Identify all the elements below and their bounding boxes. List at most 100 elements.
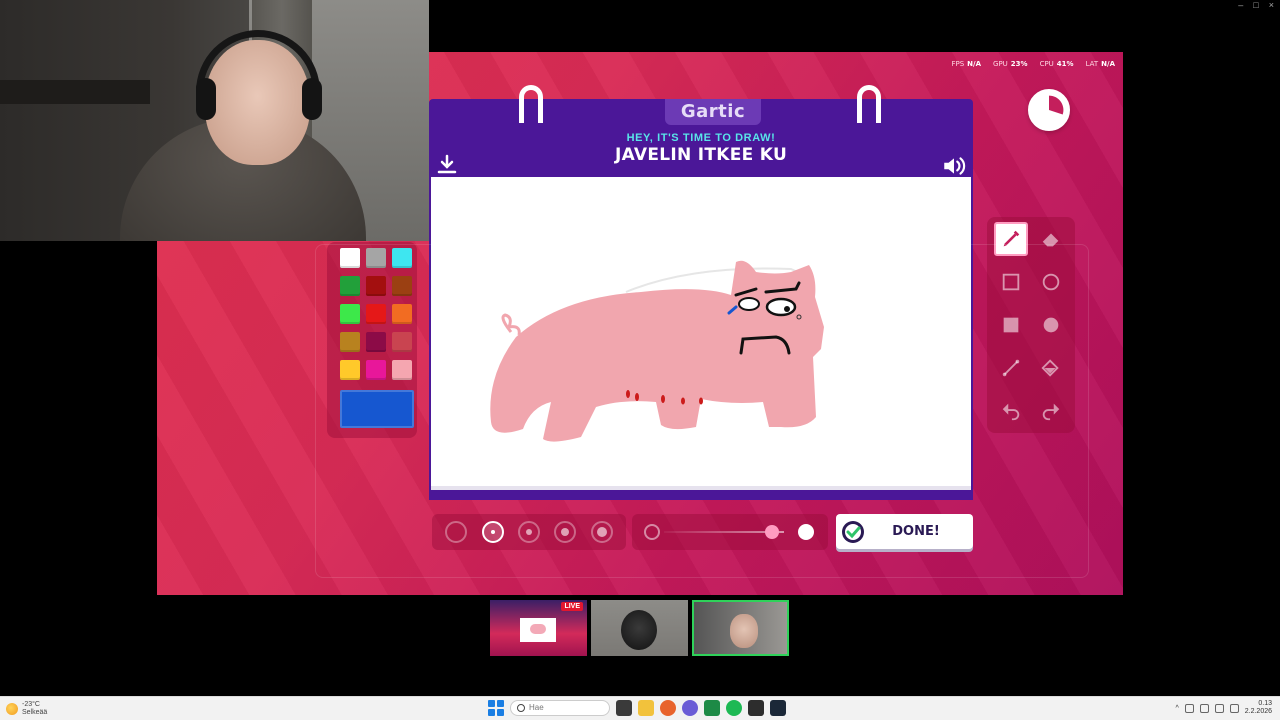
live-badge: LIVE [561, 602, 583, 611]
weather-icon [6, 703, 18, 715]
participant-stream-preview[interactable]: LIVE [490, 600, 587, 656]
draw-prompt: JAVELIN ITKEE KU [614, 145, 788, 165]
avatar [621, 610, 657, 650]
color-swatch[interactable] [366, 276, 386, 296]
rect-outline-icon[interactable] [994, 265, 1028, 299]
clock-date: 2.2.2026 [1244, 708, 1272, 715]
color-swatch[interactable] [392, 332, 412, 352]
color-swatch[interactable] [392, 304, 412, 324]
done-button[interactable]: DONE! [836, 514, 973, 549]
drawing-canvas[interactable] [431, 177, 971, 490]
eraser-icon[interactable] [1034, 222, 1068, 256]
line-icon[interactable] [994, 351, 1028, 385]
brush-size-option[interactable] [481, 521, 504, 543]
stat-cpu: CPU 41% [1039, 60, 1074, 68]
pencil-icon[interactable] [994, 222, 1028, 256]
chevron-up-icon[interactable]: ^ [1175, 705, 1178, 712]
high-opacity-icon [798, 524, 814, 540]
current-color[interactable] [340, 390, 414, 428]
minimize-button[interactable]: – [1238, 0, 1243, 12]
screen: – □ × FPS N/A GPU 23% CPU 41% LAT N/A Gartic… [0, 0, 1280, 720]
color-swatch[interactable] [366, 360, 386, 380]
undo-icon[interactable] [994, 394, 1028, 428]
opacity-track[interactable] [664, 531, 784, 533]
binder-ring [519, 85, 543, 123]
volume-icon[interactable] [1229, 703, 1239, 713]
opacity-slider[interactable] [632, 514, 828, 550]
gartic-logo: Gartic [665, 99, 761, 125]
clock[interactable]: 0.13 2.2.2026 [1245, 700, 1272, 716]
circle-filled-icon[interactable] [1034, 308, 1068, 342]
discord-icon[interactable] [682, 700, 698, 716]
taskbar-apps: Hae [488, 700, 786, 716]
color-swatch[interactable] [366, 332, 386, 352]
webcam-shelf [0, 80, 150, 104]
low-opacity-icon [644, 524, 660, 540]
timer-icon [1028, 89, 1070, 131]
app-icon[interactable] [704, 700, 720, 716]
opacity-knob[interactable] [765, 525, 779, 539]
fill-bucket-icon[interactable] [1034, 351, 1068, 385]
headphone-cup [302, 78, 322, 120]
tray-icon[interactable] [1199, 703, 1209, 713]
webcam-feed [0, 0, 429, 241]
pig-drawing [490, 260, 824, 442]
binder-ring [857, 85, 881, 123]
color-swatch[interactable] [340, 276, 360, 296]
weather-temp: -23°C [22, 701, 40, 708]
color-swatch[interactable] [366, 248, 386, 268]
color-swatch[interactable] [340, 360, 360, 380]
tool-panel [987, 217, 1075, 433]
stat-lat: LAT N/A [1085, 60, 1115, 68]
brush-size-option[interactable] [517, 521, 540, 543]
spotify-icon[interactable] [726, 700, 742, 716]
window-controls: – □ × [1238, 0, 1274, 12]
performance-stats: FPS N/A GPU 23% CPU 41% LAT N/A [951, 60, 1115, 68]
nvidia-icon[interactable] [748, 700, 764, 716]
color-swatch[interactable] [340, 248, 360, 268]
brush-size-selector [432, 514, 626, 550]
circle-outline-icon[interactable] [1034, 265, 1068, 299]
color-swatch[interactable] [392, 248, 412, 268]
search-input[interactable]: Hae [510, 700, 610, 716]
tray-icon[interactable] [1184, 703, 1194, 713]
rect-filled-icon[interactable] [994, 308, 1028, 342]
color-swatches [340, 248, 412, 380]
firefox-icon[interactable] [660, 700, 676, 716]
color-swatch[interactable] [340, 304, 360, 324]
maximize-button[interactable]: □ [1253, 0, 1258, 12]
participant-player-2[interactable] [591, 600, 688, 656]
color-palette [327, 242, 417, 438]
stat-fps: FPS N/A [951, 60, 982, 68]
file-explorer-icon[interactable] [638, 700, 654, 716]
system-tray: ^ 0.13 2.2.2026 [1175, 700, 1272, 716]
brush-size-option[interactable] [554, 521, 577, 543]
headphone-cup [196, 78, 216, 120]
participant-player-3[interactable] [692, 600, 789, 656]
task-view-icon[interactable] [616, 700, 632, 716]
weather-text: Selkeää [22, 709, 48, 716]
start-icon[interactable] [488, 700, 504, 716]
draw-instruction: HEY, IT'S TIME TO DRAW! [626, 132, 776, 144]
brush-size-option[interactable] [590, 521, 613, 543]
close-button[interactable]: × [1269, 0, 1274, 12]
steam-icon[interactable] [770, 700, 786, 716]
color-swatch[interactable] [392, 360, 412, 380]
participant-thumbnails: LIVE [490, 600, 789, 656]
taskbar: -23°C Selkeää Hae ^ 0.13 2.2.2026 [0, 696, 1280, 720]
avatar [730, 614, 758, 648]
color-swatch[interactable] [392, 276, 412, 296]
brush-size-option[interactable] [445, 521, 468, 543]
color-swatch[interactable] [366, 304, 386, 324]
mini-canvas [520, 618, 556, 642]
color-swatch[interactable] [340, 332, 360, 352]
check-icon [842, 520, 864, 543]
redo-icon[interactable] [1034, 394, 1068, 428]
done-label: DONE! [892, 524, 940, 539]
draw-header: Gartic HEY, IT'S TIME TO DRAW! JAVELIN I… [429, 85, 973, 175]
network-icon[interactable] [1214, 703, 1224, 713]
weather-widget[interactable]: -23°C Selkeää [6, 701, 47, 717]
drawing-canvas-frame [429, 175, 973, 500]
stat-gpu: GPU 23% [993, 60, 1028, 68]
clock-time: 0.13 [1258, 700, 1272, 707]
